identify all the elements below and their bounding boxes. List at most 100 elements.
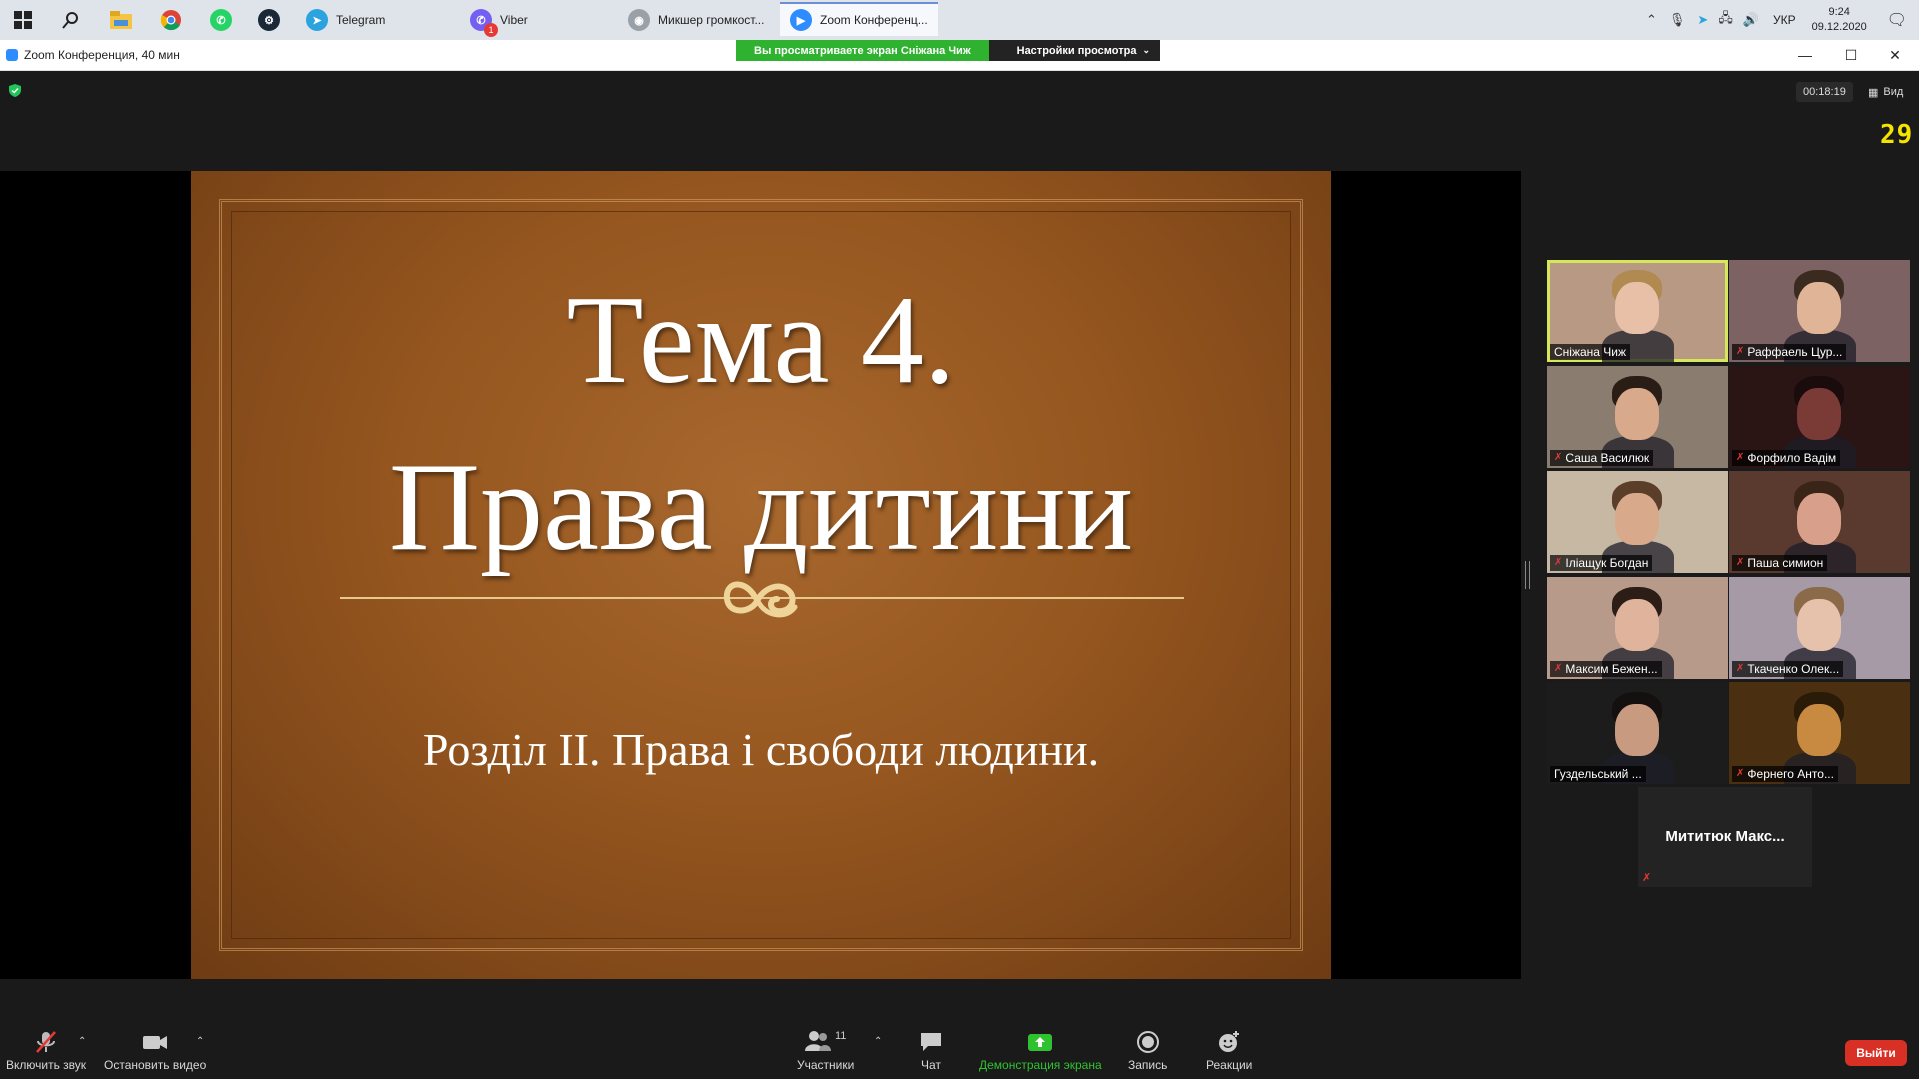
participant-tile[interactable]: ✗ Ткаченко Олек... bbox=[1729, 577, 1910, 679]
clock[interactable]: 9:24 09.12.2020 bbox=[1812, 5, 1867, 35]
participant-name: Мититюк Макс... bbox=[1665, 828, 1785, 845]
stop-video-label: Остановить видео bbox=[104, 1058, 207, 1072]
participant-name-label: Гуздельський ... bbox=[1550, 766, 1646, 782]
participants-icon bbox=[804, 1031, 831, 1051]
speaker-icon[interactable]: 🔊 bbox=[1743, 12, 1759, 28]
participant-tile[interactable]: ✗ Форфило Вадім bbox=[1729, 366, 1910, 468]
share-screen-icon bbox=[1028, 1034, 1053, 1051]
steam-icon[interactable]: ⚙ bbox=[256, 7, 282, 33]
network-icon[interactable]: 🖧 bbox=[1718, 9, 1733, 31]
mic-muted-icon: ✗ bbox=[1554, 452, 1563, 463]
participant-tile[interactable]: ✗ Саша Василюк bbox=[1547, 366, 1728, 468]
participant-name-label: ✗ Паша симион bbox=[1732, 555, 1828, 571]
participant-video-face bbox=[1615, 493, 1659, 545]
taskbar-telegram[interactable]: ➤ Telegram bbox=[296, 2, 450, 36]
window-title: Zoom Конференция, 40 мин bbox=[24, 48, 180, 62]
audio-options-chevron[interactable]: ⌃ bbox=[78, 1036, 86, 1047]
record-button[interactable]: Запись bbox=[1128, 1030, 1167, 1072]
participant-video-face bbox=[1797, 282, 1841, 334]
mic-muted-icon: ✗ bbox=[1736, 663, 1745, 674]
participant-name-label: ✗ Іліащук Богдан bbox=[1550, 555, 1653, 571]
participant-tile[interactable]: ✗ Іліащук Богдан bbox=[1547, 471, 1728, 573]
participant-tile[interactable]: ✗ Раффаель Цур... bbox=[1729, 260, 1910, 362]
reactions-button[interactable]: Реакции bbox=[1206, 1030, 1252, 1072]
taskbar-viber[interactable]: ✆ 1 Viber bbox=[460, 2, 612, 37]
gallery-resize-handle[interactable] bbox=[1525, 561, 1530, 589]
windows-start-icon[interactable] bbox=[10, 7, 36, 33]
share-screen-button[interactable]: Демонстрация экрана bbox=[979, 1030, 1102, 1072]
mic-muted-icon: ✗ bbox=[1554, 557, 1563, 568]
system-tray: ⌃ 🎙 ➤ 🖧 🔊 УКР 9:24 09.12.2020 🗨 bbox=[1646, 0, 1907, 40]
chevron-up-icon[interactable]: ⌃ bbox=[1646, 12, 1657, 28]
participant-video-face bbox=[1615, 388, 1659, 440]
participants-options-chevron[interactable]: ⌃ bbox=[874, 1036, 882, 1047]
search-icon[interactable] bbox=[58, 7, 84, 33]
participant-name-label: Сніжана Чиж bbox=[1550, 344, 1631, 360]
mic-muted-icon: ✗ bbox=[1736, 452, 1745, 463]
taskbar-viber-label: Viber bbox=[500, 13, 528, 27]
view-label: Вид bbox=[1883, 86, 1904, 98]
participant-tile[interactable]: Гуздельський ... bbox=[1547, 682, 1728, 784]
file-explorer-icon[interactable] bbox=[108, 7, 134, 33]
chrome-icon[interactable] bbox=[158, 7, 184, 33]
participant-name: Максим Бежен... bbox=[1565, 662, 1658, 676]
stop-video-button[interactable]: Остановить видео bbox=[104, 1030, 206, 1072]
participant-tile[interactable]: ✗ Паша симион bbox=[1729, 471, 1910, 573]
chat-button[interactable]: Чат bbox=[919, 1030, 943, 1072]
participant-name: Сніжана Чиж bbox=[1554, 345, 1627, 359]
mic-muted-icon: ✗ bbox=[1642, 872, 1652, 884]
taskbar-zoom[interactable]: ▶ Zoom Конференц... bbox=[780, 2, 938, 36]
participant-name-label: ✗ Максим Бежен... bbox=[1550, 661, 1662, 677]
video-options-chevron[interactable]: ⌃ bbox=[196, 1036, 204, 1047]
telegram-icon: ➤ bbox=[306, 9, 328, 31]
chat-label: Чат bbox=[921, 1058, 941, 1072]
slide-title-line2: Права дитини bbox=[388, 438, 1134, 577]
participant-name-label: ✗ Раффаель Цур... bbox=[1732, 344, 1847, 360]
participant-tile-no-video[interactable]: Мититюк Макс... ✗ bbox=[1638, 787, 1812, 887]
view-options-button[interactable]: Настройки просмотра ⌄ bbox=[988, 40, 1160, 61]
meeting-toolbar bbox=[0, 1015, 1919, 1079]
taskbar-mixer-label: Микшер громкост... bbox=[658, 13, 765, 27]
viber-icon: ✆ 1 bbox=[470, 9, 498, 37]
reactions-label: Реакции bbox=[1206, 1058, 1253, 1072]
participant-video-face bbox=[1615, 704, 1659, 756]
zoom-window-icon bbox=[6, 49, 18, 61]
participants-label: Участники bbox=[797, 1058, 855, 1072]
participant-tile[interactable]: ✗ Фернего Анто... bbox=[1729, 682, 1910, 784]
chevron-down-icon: ⌄ bbox=[1142, 45, 1150, 55]
participant-tile[interactable]: ✗ Максим Бежен... bbox=[1547, 577, 1728, 679]
mic-muted-icon: ✗ bbox=[1736, 346, 1745, 357]
participant-name: Форфило Вадім bbox=[1747, 451, 1837, 465]
participant-video-face bbox=[1797, 388, 1841, 440]
taskbar-volume-mixer[interactable]: ◉ Микшер громкост... bbox=[618, 2, 776, 36]
participants-button[interactable]: 11 Участники bbox=[797, 1030, 854, 1072]
presentation-slide: Тема 4. Права дитини Розділ II. Права і … bbox=[191, 171, 1331, 979]
maximize-button[interactable]: ☐ bbox=[1840, 45, 1862, 65]
slide-title-line1: Тема 4. bbox=[566, 271, 956, 410]
close-button[interactable]: ✕ bbox=[1884, 45, 1906, 65]
minimize-button[interactable]: — bbox=[1794, 45, 1816, 65]
share-banner: Вы просматриваете экран Сніжана Чиж Наст… bbox=[736, 40, 1160, 61]
shield-icon[interactable] bbox=[9, 84, 21, 97]
taskbar-telegram-label: Telegram bbox=[336, 13, 386, 27]
participant-name: Іліащук Богдан bbox=[1565, 556, 1649, 570]
participant-video-face bbox=[1615, 282, 1659, 334]
slide-subtitle: Розділ II. Права і свободи людини. bbox=[422, 724, 1100, 775]
whatsapp-icon[interactable]: ✆ bbox=[208, 7, 234, 33]
telegram-tray-icon[interactable]: ➤ bbox=[1697, 12, 1708, 28]
meeting-timer: 00:18:19 bbox=[1796, 82, 1853, 102]
language-indicator[interactable]: УКР bbox=[1773, 13, 1796, 27]
microphone-icon[interactable]: 🎙 bbox=[1669, 12, 1686, 28]
participants-count: 11 bbox=[834, 1030, 847, 1042]
leave-meeting-button[interactable]: Выйти bbox=[1845, 1040, 1907, 1066]
participant-tile[interactable]: Сніжана Чиж bbox=[1547, 260, 1728, 362]
view-button[interactable]: ▦ Вид bbox=[1868, 82, 1903, 102]
unmute-button[interactable]: Включить звук bbox=[6, 1030, 86, 1072]
unmute-label: Включить звук bbox=[6, 1058, 87, 1072]
notification-icon[interactable]: 🗨 bbox=[1887, 10, 1907, 30]
overlay-counter: 29 bbox=[1880, 120, 1914, 150]
participant-video-face bbox=[1797, 493, 1841, 545]
clock-time: 9:24 bbox=[1828, 6, 1850, 18]
participant-name-label: ✗ Саша Василюк bbox=[1550, 450, 1654, 466]
reactions-smiley-icon bbox=[1219, 1031, 1240, 1052]
